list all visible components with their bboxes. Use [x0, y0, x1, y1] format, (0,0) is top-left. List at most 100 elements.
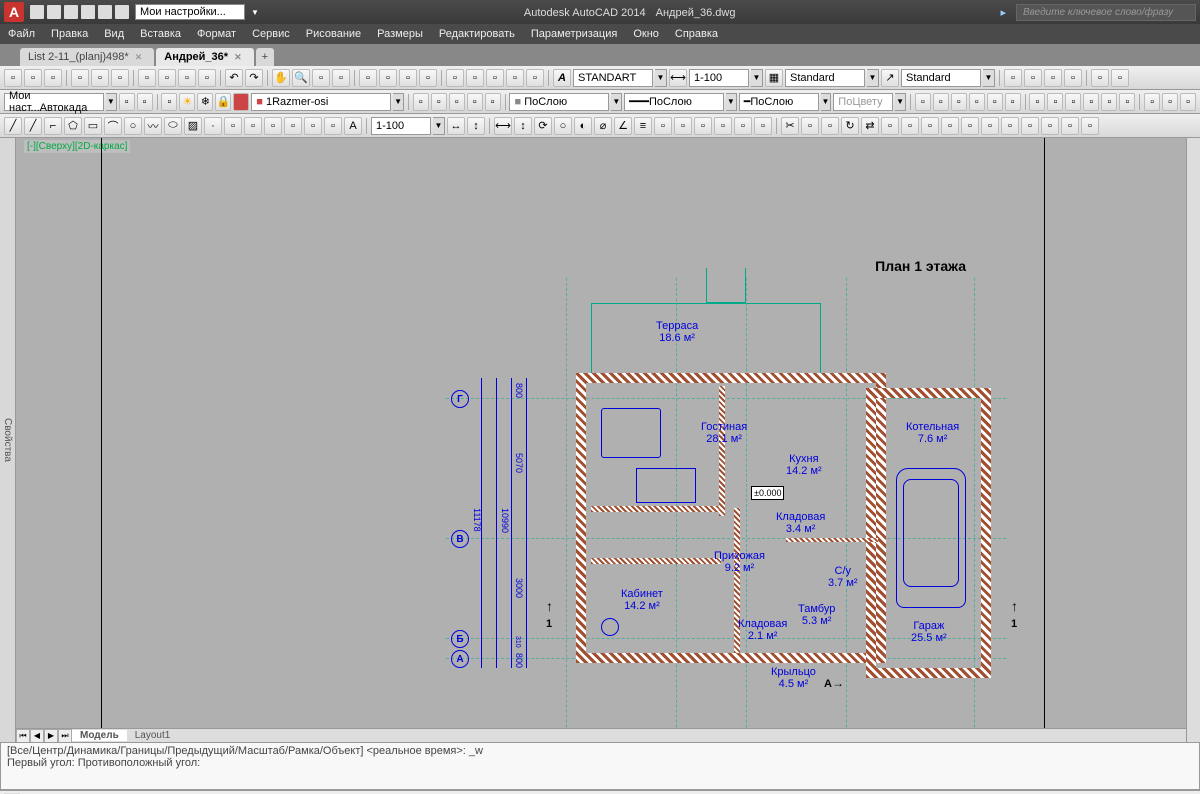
d7-icon[interactable]: ▫	[1029, 93, 1045, 111]
copy-icon[interactable]: ▫	[158, 69, 176, 87]
mod15-icon[interactable]: ▫	[1061, 117, 1079, 135]
color-dropdown[interactable]: ■ ПоСлою	[509, 93, 609, 111]
workspace-dropdown[interactable]: Мои настройки...	[135, 4, 245, 20]
menu-help[interactable]: Справка	[675, 28, 718, 40]
layer-props-icon[interactable]: ▫	[119, 93, 135, 111]
menu-edit[interactable]: Правка	[51, 28, 88, 40]
hatch-icon[interactable]: ▨	[184, 117, 202, 135]
prev-icon[interactable]: ◀	[30, 729, 44, 743]
menu-dimensions[interactable]: Размеры	[377, 28, 423, 40]
cut-icon[interactable]: ▫	[138, 69, 156, 87]
dim3-icon[interactable]: ⟳	[534, 117, 552, 135]
save-icon[interactable]: ▫	[44, 69, 62, 87]
snow-icon[interactable]: ❄	[197, 93, 213, 111]
d2-icon[interactable]: ▫	[933, 93, 949, 111]
qat-print-icon[interactable]	[81, 5, 95, 19]
app-logo[interactable]: A	[4, 2, 24, 22]
d15-icon[interactable]: ▫	[1180, 93, 1196, 111]
dim8-icon[interactable]: ≡	[634, 117, 652, 135]
ly2-icon[interactable]: ▫	[431, 93, 447, 111]
t5-icon[interactable]: ▫	[304, 117, 322, 135]
mod12-icon[interactable]: ▫	[1001, 117, 1019, 135]
new-icon[interactable]: ▫	[4, 69, 22, 87]
scale-dropdown[interactable]: 1-100	[371, 117, 431, 135]
lineweight-dropdown[interactable]: ━ ПоСлою	[739, 93, 819, 111]
undo-icon[interactable]: ↶	[225, 69, 243, 87]
dim9-icon[interactable]: ▫	[654, 117, 672, 135]
arc-icon[interactable]: ⌒	[104, 117, 122, 135]
table-style-dropdown[interactable]: Standard	[785, 69, 865, 87]
menu-insert[interactable]: Вставка	[140, 28, 181, 40]
dim13-icon[interactable]: ▫	[734, 117, 752, 135]
command-window[interactable]: [Все/Центр/Динамика/Границы/Предыдущий/М…	[0, 742, 1200, 790]
table-icon[interactable]: ▦	[765, 69, 783, 87]
tool1-icon[interactable]: ▫	[359, 69, 377, 87]
first-icon[interactable]: ⏮	[16, 729, 30, 743]
d11-icon[interactable]: ▫	[1101, 93, 1117, 111]
mod11-icon[interactable]: ▫	[981, 117, 999, 135]
spline-icon[interactable]: 〰	[144, 117, 162, 135]
dim11-icon[interactable]: ▫	[694, 117, 712, 135]
layer-iso-icon[interactable]: ▫	[137, 93, 153, 111]
zoom-window-icon[interactable]: ▫	[312, 69, 330, 87]
info-icon[interactable]: ▸	[1000, 6, 1006, 19]
d3-icon[interactable]: ▫	[951, 93, 967, 111]
t6-icon[interactable]: ▫	[324, 117, 342, 135]
pan-icon[interactable]: ✋	[272, 69, 290, 87]
open-icon[interactable]: ▫	[24, 69, 42, 87]
block4-icon[interactable]: ▫	[1064, 69, 1082, 87]
d1-icon[interactable]: ▫	[915, 93, 931, 111]
qat-undo-icon[interactable]	[98, 5, 112, 19]
color-icon[interactable]	[233, 93, 249, 111]
dim12-icon[interactable]: ▫	[714, 117, 732, 135]
preview-icon[interactable]: ▫	[91, 69, 109, 87]
mod2-icon[interactable]: ▫	[801, 117, 819, 135]
tool7-icon[interactable]: ▫	[486, 69, 504, 87]
block-icon[interactable]: ▫	[1004, 69, 1022, 87]
mod8-icon[interactable]: ▫	[921, 117, 939, 135]
linetype-dropdown[interactable]: ━━━ ПоСлою	[624, 93, 724, 111]
mod1-icon[interactable]: ✂	[781, 117, 799, 135]
doc-tab-0[interactable]: List 2-11_(planj)498*✕	[20, 48, 154, 66]
scrollbar-vertical[interactable]	[1186, 138, 1200, 742]
pline-icon[interactable]: ⌐	[44, 117, 62, 135]
d5-icon[interactable]: ▫	[987, 93, 1003, 111]
ly3-icon[interactable]: ▫	[449, 93, 465, 111]
ray-icon[interactable]: ╱	[24, 117, 42, 135]
match-icon[interactable]: ▫	[198, 69, 216, 87]
dim5-icon[interactable]: ◐	[574, 117, 592, 135]
d8-icon[interactable]: ▫	[1047, 93, 1063, 111]
m2-icon[interactable]: ↕	[467, 117, 485, 135]
close-icon[interactable]: ✕	[234, 52, 242, 62]
t3-icon[interactable]: ▫	[264, 117, 282, 135]
menu-format[interactable]: Формат	[197, 28, 236, 40]
dim7-icon[interactable]: ∠	[614, 117, 632, 135]
dim-style-dropdown[interactable]: 1-100	[689, 69, 749, 87]
zoom-previous-icon[interactable]: ▫	[332, 69, 350, 87]
mod7-icon[interactable]: ▫	[901, 117, 919, 135]
search-input[interactable]: Введите ключевое слово/фразу	[1016, 4, 1196, 21]
menu-parametric[interactable]: Параметризация	[531, 28, 617, 40]
tool5-icon[interactable]: ▫	[446, 69, 464, 87]
dim1-icon[interactable]: ⟷	[494, 117, 512, 135]
menu-draw[interactable]: Рисование	[306, 28, 361, 40]
text-style-dropdown[interactable]: STANDART	[573, 69, 653, 87]
d6-icon[interactable]: ▫	[1005, 93, 1021, 111]
block3-icon[interactable]: ▫	[1044, 69, 1062, 87]
menu-file[interactable]: Файл	[8, 28, 35, 40]
block2-icon[interactable]: ▫	[1024, 69, 1042, 87]
ly4-icon[interactable]: ▫	[467, 93, 483, 111]
ml-style-dropdown[interactable]: Standard	[901, 69, 981, 87]
d9-icon[interactable]: ▫	[1065, 93, 1081, 111]
close-icon[interactable]: ✕	[135, 52, 143, 62]
zoom-icon[interactable]: 🔍	[292, 69, 310, 87]
text-icon[interactable]: A	[553, 69, 571, 87]
polygon-icon[interactable]: ⬠	[64, 117, 82, 135]
mod9-icon[interactable]: ▫	[941, 117, 959, 135]
mod16-icon[interactable]: ▫	[1081, 117, 1099, 135]
menu-view[interactable]: Вид	[104, 28, 124, 40]
circle-icon[interactable]: ○	[124, 117, 142, 135]
drawing-canvas[interactable]: [-][Сверху][2D-каркас] План 1 этажа	[16, 138, 1200, 742]
dim2-icon[interactable]: ↕	[514, 117, 532, 135]
dim4-icon[interactable]: ○	[554, 117, 572, 135]
